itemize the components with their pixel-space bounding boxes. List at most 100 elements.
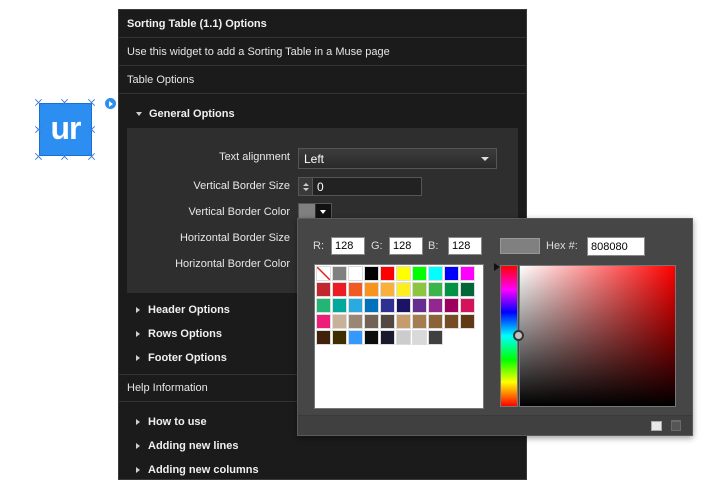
color-swatch[interactable] [428,314,443,329]
swatch-grid [314,264,484,409]
color-swatch[interactable] [316,282,331,297]
color-swatch[interactable] [460,298,475,313]
color-swatch[interactable] [428,298,443,313]
color-swatch[interactable] [428,282,443,297]
color-swatch[interactable] [316,330,331,345]
trash-icon[interactable] [671,420,681,431]
green-label: G: [371,240,383,252]
red-input[interactable]: 128 [331,237,365,255]
color-swatch[interactable] [412,266,427,281]
vertical-border-size-value[interactable]: 0 [313,180,324,194]
chevron-right-icon [136,419,140,425]
color-swatch[interactable] [460,282,475,297]
color-swatch[interactable] [364,314,379,329]
hex-input[interactable]: 808080 [587,237,645,256]
color-swatch[interactable] [412,282,427,297]
table-options-heading: Table Options [119,66,526,94]
how-to-use-label: How to use [148,416,207,428]
selection-handle-icon[interactable] [35,153,42,160]
color-swatch[interactable] [348,314,363,329]
selection-handle-icon[interactable] [61,99,68,106]
chevron-down-icon [320,210,326,214]
header-options-label: Header Options [148,304,230,316]
picker-footer [298,415,692,435]
green-input[interactable]: 128 [389,237,423,255]
color-cursor-icon[interactable] [513,330,524,341]
selection-handle-icon[interactable] [35,126,42,133]
color-swatch[interactable] [332,314,347,329]
text-alignment-value: Left [304,151,325,166]
footer-options-label: Footer Options [148,352,227,364]
color-swatch[interactable] [348,282,363,297]
color-swatch[interactable] [332,330,347,345]
color-swatch[interactable] [460,314,475,329]
color-swatch[interactable] [332,266,347,281]
color-swatch[interactable] [364,298,379,313]
color-swatch[interactable] [444,282,459,297]
color-swatch[interactable] [348,330,363,345]
no-color-swatch[interactable] [316,266,331,281]
selection-handle-icon[interactable] [88,99,95,106]
chevron-down-icon [136,112,142,116]
widget-options-button[interactable] [104,97,117,110]
color-picker-popup: R: 128 G: 128 B: 128 Hex #: 808080 [297,218,693,436]
color-swatch[interactable] [396,298,411,313]
vertical-border-size-label: Vertical Border Size [193,180,290,192]
color-swatch[interactable] [412,330,427,345]
chevron-right-icon [136,443,140,449]
color-swatch[interactable] [364,266,379,281]
color-swatch[interactable] [380,266,395,281]
color-swatch[interactable] [444,266,459,281]
horizontal-border-color-label: Horizontal Border Color [175,258,290,270]
color-swatch[interactable] [380,314,395,329]
text-alignment-label: Text alignment [219,151,290,163]
rows-options-label: Rows Options [148,328,222,340]
widget-icon[interactable]: ur [39,103,92,156]
play-arrow-icon [109,100,113,107]
chevron-right-icon [136,355,140,361]
color-swatch[interactable] [316,314,331,329]
color-swatch[interactable] [428,266,443,281]
current-color-preview [500,238,540,254]
selection-handle-icon[interactable] [35,99,42,106]
stepper-buttons[interactable] [299,178,313,195]
color-swatch[interactable] [316,298,331,313]
color-swatch[interactable] [348,298,363,313]
color-swatch[interactable] [444,314,459,329]
color-swatch[interactable] [396,282,411,297]
color-swatch[interactable] [380,282,395,297]
selection-handle-icon[interactable] [61,153,68,160]
panel-title: Sorting Table (1.1) Options [119,10,526,38]
color-swatch[interactable] [380,330,395,345]
general-options-toggle[interactable]: General Options [119,102,526,126]
stepper-down-icon[interactable] [302,187,309,191]
stepper-up-icon[interactable] [302,182,309,186]
chevron-right-icon [136,331,140,337]
selection-handle-icon[interactable] [88,153,95,160]
color-swatch[interactable] [412,314,427,329]
color-swatch[interactable] [412,298,427,313]
color-swatch[interactable] [332,298,347,313]
horizontal-border-size-label: Horizontal Border Size [179,232,290,244]
color-swatch[interactable] [428,330,443,345]
selection-handle-icon[interactable] [88,126,95,133]
widget-icon-text: ur [50,109,82,146]
new-swatch-icon[interactable] [651,421,662,431]
vertical-border-size-stepper[interactable]: 0 [298,177,422,196]
saturation-value-field[interactable] [519,265,676,407]
color-swatch[interactable] [348,266,363,281]
adding-new-columns-toggle[interactable]: Adding new columns [119,458,526,480]
color-swatch[interactable] [380,298,395,313]
color-swatch[interactable] [396,266,411,281]
color-swatch[interactable] [364,330,379,345]
color-swatch[interactable] [364,282,379,297]
color-swatch[interactable] [460,266,475,281]
color-swatch[interactable] [396,314,411,329]
blue-input[interactable]: 128 [448,237,482,255]
color-swatch[interactable] [332,282,347,297]
color-swatch[interactable] [444,298,459,313]
hex-label: Hex #: [546,240,578,252]
color-swatch[interactable] [396,330,411,345]
adding-new-lines-toggle[interactable]: Adding new lines [119,434,526,458]
text-alignment-select[interactable]: Left [298,148,497,169]
